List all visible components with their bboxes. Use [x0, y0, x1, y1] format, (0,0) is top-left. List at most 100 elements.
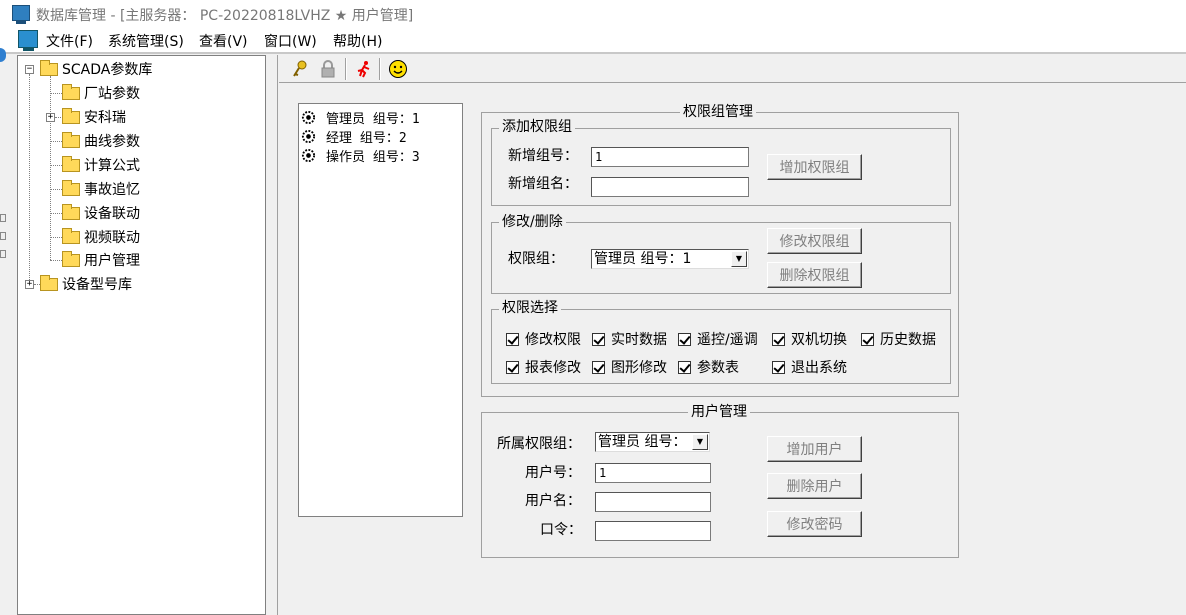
perm-select-title: 权限选择	[499, 300, 561, 316]
tree-line	[50, 213, 62, 214]
perm-checkbox-failover[interactable]: 双机切换	[772, 330, 847, 348]
user-id-input[interactable]: 1	[595, 463, 711, 483]
toolbar-separator	[345, 58, 347, 80]
tree-node-scada[interactable]: SCADA参数库	[40, 59, 152, 79]
user-name-input[interactable]	[595, 492, 711, 512]
gear-icon	[301, 110, 316, 124]
group-list[interactable]: 管理员 组号：1 经理 组号：2 操作员 组号：3	[298, 103, 463, 517]
tree-node-device-link[interactable]: 设备联动	[62, 203, 140, 223]
menu-window[interactable]: 窗口(W)	[264, 31, 317, 51]
tree-panel[interactable]: − SCADA参数库 厂站参数 + 安科瑞 曲线参数 计算公式 事故追忆 设备联…	[17, 55, 266, 615]
user-id-label: 用户号：	[525, 465, 581, 481]
open-folder-icon	[62, 250, 80, 267]
user-name-label: 用户名：	[525, 493, 581, 509]
splitter[interactable]	[266, 55, 278, 615]
delete-group-button[interactable]: 删除权限组	[767, 262, 862, 288]
list-item[interactable]: 经理 组号：2	[301, 127, 407, 146]
tree-node-label: 计算公式	[84, 158, 140, 174]
password-input[interactable]	[595, 521, 711, 541]
user-group-label: 所属权限组：	[497, 436, 581, 452]
tree-node-label: 设备型号库	[62, 277, 132, 293]
group-select-value: 管理员 组号：1	[594, 251, 692, 267]
edge-marker	[0, 250, 6, 258]
tree-node-user-mgmt[interactable]: 用户管理	[62, 250, 140, 270]
chevron-down-icon[interactable]: ▼	[692, 434, 708, 450]
checkbox[interactable]	[506, 360, 519, 374]
perm-label: 报表修改	[525, 360, 581, 376]
change-password-button[interactable]: 修改密码	[767, 511, 862, 537]
perm-checkbox-graphics[interactable]: 图形修改	[592, 358, 667, 376]
perm-label: 实时数据	[611, 332, 667, 348]
perm-checkbox-history[interactable]: 历史数据	[861, 330, 936, 348]
perm-checkbox-realtime[interactable]: 实时数据	[592, 330, 667, 348]
perm-checkbox-remote-control[interactable]: 遥控/遥调	[678, 330, 758, 348]
tree-node-formula[interactable]: 计算公式	[62, 155, 140, 175]
group-select-label: 权限组：	[508, 251, 564, 267]
add-group-title: 添加权限组	[499, 119, 575, 135]
collapse-toggle[interactable]: −	[25, 65, 34, 74]
add-user-button[interactable]: 增加用户	[767, 436, 862, 462]
checkbox[interactable]	[678, 360, 691, 374]
document-icon[interactable]	[18, 30, 38, 51]
expand-toggle[interactable]: +	[25, 280, 34, 289]
perm-label: 参数表	[697, 360, 739, 376]
chevron-down-icon[interactable]: ▼	[731, 251, 747, 267]
new-group-name-input[interactable]	[591, 177, 749, 197]
menu-separator	[0, 52, 1186, 54]
perm-label: 图形修改	[611, 360, 667, 376]
tree-node-curve[interactable]: 曲线参数	[62, 131, 140, 151]
runner-icon[interactable]	[352, 57, 376, 80]
perm-checkbox-report[interactable]: 报表修改	[506, 358, 581, 376]
tree-line	[50, 141, 62, 142]
perm-checkbox-params[interactable]: 参数表	[678, 358, 739, 376]
tree-node-acrel[interactable]: 安科瑞	[62, 107, 126, 127]
tree-node-device-models[interactable]: 设备型号库	[40, 274, 132, 294]
tree-node-label: 视频联动	[84, 230, 140, 246]
menu-help[interactable]: 帮助(H)	[333, 31, 382, 51]
folder-icon	[62, 131, 80, 148]
folder-icon	[62, 83, 80, 100]
group-select[interactable]: 管理员 组号：1 ▼	[591, 249, 749, 269]
lock-icon[interactable]	[316, 57, 340, 80]
checkbox[interactable]	[592, 360, 605, 374]
edge-marker	[0, 232, 6, 240]
gear-icon	[301, 129, 316, 143]
menu-system[interactable]: 系统管理(S)	[108, 31, 184, 51]
tree-node-accident[interactable]: 事故追忆	[62, 179, 140, 199]
delete-user-button[interactable]: 删除用户	[767, 473, 862, 499]
checkbox[interactable]	[592, 332, 605, 346]
modify-group-button[interactable]: 修改权限组	[767, 228, 862, 254]
tree-node-label: 用户管理	[84, 253, 140, 269]
user-group-select[interactable]: 管理员 组号： ▼	[595, 432, 710, 452]
group-item-label: 管理员 组号：1	[326, 111, 420, 127]
app-icon	[12, 5, 30, 24]
key-icon[interactable]	[288, 57, 312, 80]
tree-node-label: 曲线参数	[84, 134, 140, 150]
folder-icon	[40, 274, 58, 291]
menu-view[interactable]: 查看(V)	[199, 31, 248, 51]
title-bar: 数据库管理 - [主服务器： PC-20220818LVHZ ★ 用户管理]	[0, 0, 1186, 28]
list-item[interactable]: 管理员 组号：1	[301, 108, 420, 127]
list-item[interactable]: 操作员 组号：3	[301, 146, 420, 165]
perm-checkbox-modify-perm[interactable]: 修改权限	[506, 330, 581, 348]
expand-toggle[interactable]: +	[46, 113, 55, 122]
perm-label: 退出系统	[791, 360, 847, 376]
password-label: 口令：	[540, 522, 582, 538]
menu-file[interactable]: 文件(F)	[46, 31, 93, 51]
checkbox[interactable]	[861, 332, 874, 346]
toolbar	[279, 55, 1186, 83]
checkbox[interactable]	[678, 332, 691, 346]
perm-checkbox-exit[interactable]: 退出系统	[772, 358, 847, 376]
checkbox[interactable]	[772, 360, 785, 374]
new-group-id-input[interactable]: 1	[591, 147, 749, 167]
add-group-button[interactable]: 增加权限组	[767, 154, 862, 180]
folder-icon	[62, 179, 80, 196]
smiley-icon[interactable]	[386, 57, 410, 80]
tree-node-station[interactable]: 厂站参数	[62, 83, 140, 103]
checkbox[interactable]	[772, 332, 785, 346]
tree-node-video-link[interactable]: 视频联动	[62, 227, 140, 247]
window-title: 数据库管理 - [主服务器： PC-20220818LVHZ ★ 用户管理]	[36, 8, 414, 24]
group-item-label: 操作员 组号：3	[326, 149, 420, 165]
tree-line	[29, 74, 30, 284]
checkbox[interactable]	[506, 332, 519, 346]
